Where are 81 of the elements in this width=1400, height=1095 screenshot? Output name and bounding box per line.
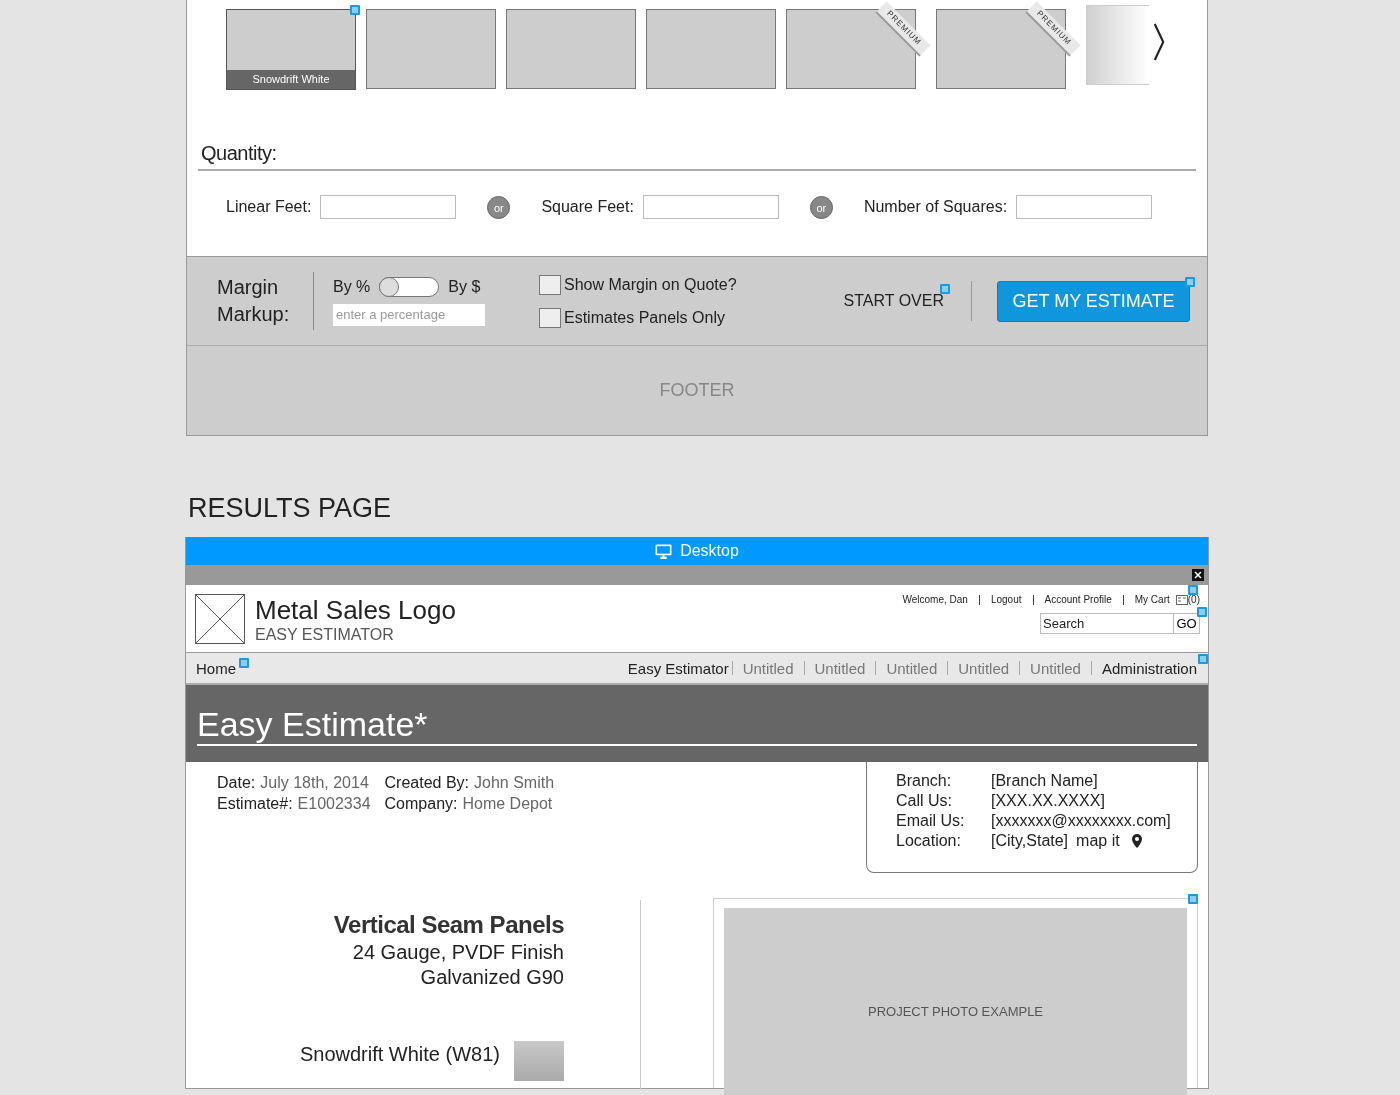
color-swatch[interactable] <box>646 9 776 89</box>
note-icon[interactable] <box>1188 894 1198 904</box>
branch-value: [City,State] <box>991 832 1069 850</box>
info-value: E1002334 <box>297 795 371 813</box>
nav-link[interactable]: Home <box>196 659 236 677</box>
color-name: Snowdrift White (W81) <box>299 1043 500 1067</box>
product-detail: 24 Gauge, PVDF Finish <box>352 941 564 964</box>
search-field[interactable]: Search <box>1040 613 1174 634</box>
section-title: RESULTS PAGE <box>188 493 393 525</box>
product-detail: Galvanized G90 <box>420 966 564 989</box>
branch-label: Branch: <box>896 772 953 790</box>
or-badge: or <box>487 195 511 219</box>
monitor-icon <box>655 543 673 559</box>
input-field[interactable] <box>1016 195 1153 219</box>
nav-link[interactable]: Untitled <box>1030 659 1081 677</box>
field-label: Square Feet: <box>541 198 634 216</box>
color-swatch[interactable]: Snowdrift White <box>226 9 356 90</box>
info-label: Company: <box>384 795 458 813</box>
color-swatch[interactable] <box>1086 5 1149 85</box>
info-label: Estimate#: <box>217 795 293 813</box>
input-field[interactable] <box>320 195 457 219</box>
go-button[interactable]: GO <box>1174 613 1200 634</box>
user-link[interactable]: Account Profile <box>1044 594 1112 605</box>
toggle-switch[interactable] <box>379 276 440 297</box>
cart-count: (0) <box>1187 594 1200 605</box>
note-icon[interactable] <box>1197 607 1207 617</box>
margin-label: Margin Markup: <box>217 275 291 327</box>
photo-label: PROJECT PHOTO EXAMPLE <box>867 1004 1044 1021</box>
note-icon[interactable] <box>239 658 249 668</box>
info-value: John Smith <box>474 774 555 792</box>
checkbox[interactable] <box>539 274 561 295</box>
branch-value: [xxxxxxx@xxxxxxxx.com] <box>991 812 1171 830</box>
section-heading: Quantity: <box>198 142 1196 171</box>
branch-value: [XXX.XX.XXXX] <box>991 792 1105 810</box>
nav-link[interactable]: Untitled <box>958 659 1010 677</box>
nav-link[interactable]: Easy Estimator <box>627 659 729 677</box>
toggle-label: By % <box>333 277 371 296</box>
note-icon[interactable] <box>350 5 360 15</box>
user-link[interactable]: My Cart <box>1134 594 1170 605</box>
swatch-label: Snowdrift White <box>227 70 355 89</box>
color-swatch[interactable] <box>366 9 496 89</box>
toggle-label: By $ <box>448 277 481 296</box>
page-title: Easy Estimate* <box>197 705 1197 746</box>
field-label: Number of Squares: <box>863 198 1008 216</box>
image-placeholder-icon <box>195 594 245 644</box>
branch-label: Call Us: <box>896 792 953 810</box>
map-pin-icon <box>1131 834 1142 848</box>
checkbox[interactable] <box>539 307 561 328</box>
note-icon[interactable] <box>1185 276 1195 287</box>
note-icon[interactable] <box>1198 654 1208 664</box>
note-icon[interactable] <box>940 284 950 294</box>
user-link[interactable]: Welcome, Dan <box>902 594 968 605</box>
percentage-field[interactable]: enter a percentage <box>333 303 485 326</box>
color-swatch[interactable] <box>506 9 636 89</box>
app-subtitle: EASY ESTIMATOR <box>255 626 395 644</box>
user-link[interactable]: Logout <box>990 594 1022 605</box>
info-value: July 18th, 2014 <box>260 774 369 792</box>
cart-icon[interactable] <box>1175 594 1188 605</box>
start-over-button[interactable]: START OVER <box>843 292 944 310</box>
color-chip <box>514 1041 564 1081</box>
info-value: Home Depot <box>462 795 553 813</box>
or-badge: or <box>809 195 833 219</box>
close-icon[interactable] <box>1192 569 1204 581</box>
footer-text: FOOTER <box>659 380 735 401</box>
nav-link[interactable]: Untitled <box>742 659 794 677</box>
nav-link[interactable]: Untitled <box>886 659 938 677</box>
branch-value: [Branch Name] <box>991 772 1098 790</box>
nav-link[interactable]: Administration <box>1101 659 1197 677</box>
input-field[interactable] <box>642 195 779 219</box>
checkbox-label: Estimates Panels Only <box>564 308 725 327</box>
nav-link[interactable]: Untitled <box>814 659 866 677</box>
branch-label: Email Us: <box>896 812 966 830</box>
map-link[interactable]: map it <box>1076 832 1120 850</box>
checkbox-label: Show Margin on Quote? <box>564 275 737 294</box>
device-label: Desktop <box>680 542 739 560</box>
info-label: Created By: <box>384 774 470 792</box>
info-label: Date: <box>217 774 256 792</box>
product-name: Vertical Seam Panels <box>333 911 564 939</box>
field-label: Linear Feet: <box>226 198 312 216</box>
logo-text: Metal Sales Logo <box>255 595 456 626</box>
branch-label: Location: <box>896 832 962 850</box>
